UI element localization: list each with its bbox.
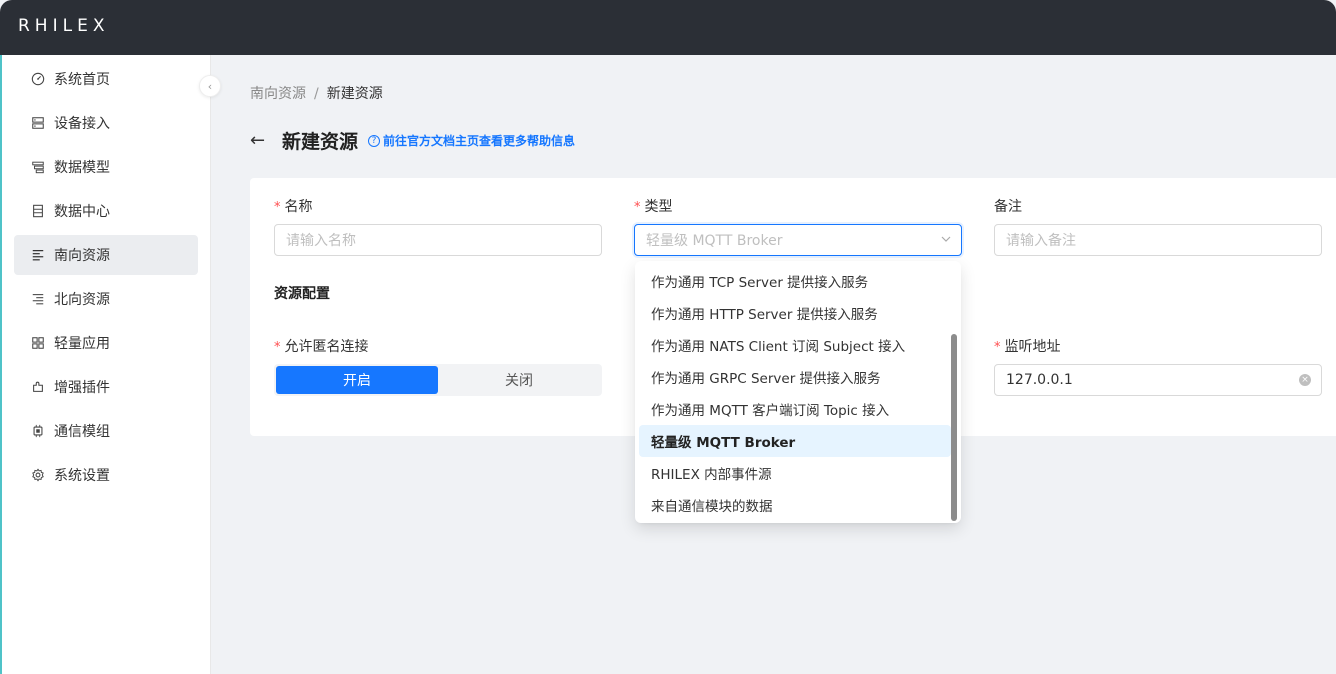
plugin-icon <box>30 379 46 395</box>
dashboard-icon <box>30 71 46 87</box>
name-input[interactable]: 请输入名称 <box>274 224 602 256</box>
sidebar-item-label: 系统设置 <box>54 468 110 484</box>
type-select[interactable]: 轻量级 MQTT Broker <box>634 224 962 256</box>
dropdown-option[interactable]: 作为通用 MQTT 客户端订阅 Topic 接入 <box>639 393 951 425</box>
sidebar: 系统首页 设备接入 数据模型 数据中心 南向资源 北向资源 轻量应用 增强插件 … <box>2 55 211 674</box>
anon-off-option[interactable]: 关闭 <box>438 366 600 394</box>
dropdown-option[interactable]: 作为通用 TCP Server 提供接入服务 <box>639 265 951 297</box>
sidebar-item-data-center[interactable]: 数据中心 <box>14 191 198 231</box>
database-icon <box>30 203 46 219</box>
chevron-down-icon <box>941 236 951 242</box>
device-icon <box>30 115 46 131</box>
collapse-sidebar-button[interactable]: ‹ <box>199 75 221 97</box>
breadcrumb-parent[interactable]: 南向资源 <box>250 86 306 102</box>
chevron-left-icon: ‹ <box>207 79 213 93</box>
chip-icon <box>30 423 46 439</box>
breadcrumb-current: 新建资源 <box>326 86 383 102</box>
sidebar-item-label: 南向资源 <box>54 248 110 264</box>
page-title: 新建资源 <box>282 131 359 153</box>
anon-label: * 允许匿名连接 <box>274 339 369 355</box>
clear-icon[interactable]: × <box>1299 374 1311 386</box>
type-select-value: 轻量级 MQTT Broker <box>646 233 783 249</box>
dropdown-option[interactable]: 作为通用 NATS Client 订阅 Subject 接入 <box>639 329 951 361</box>
required-mark: * <box>634 200 641 215</box>
sidebar-item-apps[interactable]: 轻量应用 <box>14 323 198 363</box>
listen-label: * 监听地址 <box>994 339 1061 355</box>
anon-on-option[interactable]: 开启 <box>276 366 438 394</box>
northbound-icon <box>30 291 46 307</box>
required-mark: * <box>274 200 281 215</box>
help-link[interactable]: ? 前往官方文档主页查看更多帮助信息 <box>368 132 575 149</box>
listen-value: 127.0.0.1 <box>1006 372 1073 388</box>
sidebar-item-label: 北向资源 <box>54 292 110 308</box>
required-mark: * <box>994 340 1001 355</box>
name-placeholder: 请输入名称 <box>286 233 356 249</box>
dropdown-scrollbar[interactable] <box>951 334 957 521</box>
dropdown-option[interactable]: 作为通用 GRPC Server 提供接入服务 <box>639 361 951 393</box>
apps-icon <box>30 335 46 351</box>
sidebar-item-label: 设备接入 <box>54 116 110 132</box>
section-title: 资源配置 <box>274 286 330 302</box>
remark-label: 备注 <box>994 199 1022 215</box>
name-label: * 名称 <box>274 199 313 215</box>
dropdown-option[interactable]: RHILEX 内部事件源 <box>639 457 951 489</box>
sidebar-item-settings[interactable]: 系统设置 <box>14 455 198 495</box>
remark-placeholder: 请输入备注 <box>1006 233 1076 249</box>
listen-input[interactable]: 127.0.0.1 × <box>994 364 1322 396</box>
settings-icon <box>30 467 46 483</box>
type-dropdown: 作为通用 TCP Server 提供接入服务 作为通用 HTTP Server … <box>635 261 961 523</box>
type-label: * 类型 <box>634 199 673 215</box>
dropdown-option[interactable]: 作为通用 HTTP Server 提供接入服务 <box>639 297 951 329</box>
required-mark: * <box>274 340 281 355</box>
top-bar: RHILEX <box>0 0 1336 55</box>
sidebar-item-label: 轻量应用 <box>54 336 110 352</box>
sidebar-item-label: 通信模组 <box>54 424 110 440</box>
dropdown-option-selected[interactable]: 轻量级 MQTT Broker <box>639 425 951 457</box>
dropdown-option[interactable]: 来自通信模块的数据 <box>639 489 951 521</box>
breadcrumb-separator: / <box>314 86 319 102</box>
sidebar-item-label: 数据模型 <box>54 160 110 176</box>
page-header: ← 新建资源 ? 前往官方文档主页查看更多帮助信息 <box>250 127 575 154</box>
help-link-text: 前往官方文档主页查看更多帮助信息 <box>383 134 576 148</box>
sidebar-item-southbound[interactable]: 南向资源 <box>14 235 198 275</box>
breadcrumb: 南向资源 / 新建资源 <box>250 83 383 103</box>
sidebar-item-northbound[interactable]: 北向资源 <box>14 279 198 319</box>
app-logo[interactable]: RHILEX <box>18 16 109 36</box>
sidebar-item-plugins[interactable]: 增强插件 <box>14 367 198 407</box>
model-icon <box>30 159 46 175</box>
anon-toggle: 开启 关闭 <box>274 364 602 396</box>
southbound-icon <box>30 247 46 263</box>
question-circle-icon: ? <box>368 134 381 147</box>
sidebar-item-data-model[interactable]: 数据模型 <box>14 147 198 187</box>
sidebar-item-modules[interactable]: 通信模组 <box>14 411 198 451</box>
remark-input[interactable]: 请输入备注 <box>994 224 1322 256</box>
back-arrow-icon[interactable]: ← <box>250 130 270 151</box>
sidebar-item-home[interactable]: 系统首页 <box>14 59 198 99</box>
sidebar-item-label: 增强插件 <box>54 380 110 396</box>
sidebar-item-label: 系统首页 <box>54 72 110 88</box>
sidebar-item-devices[interactable]: 设备接入 <box>14 103 198 143</box>
sidebar-item-label: 数据中心 <box>54 204 110 220</box>
